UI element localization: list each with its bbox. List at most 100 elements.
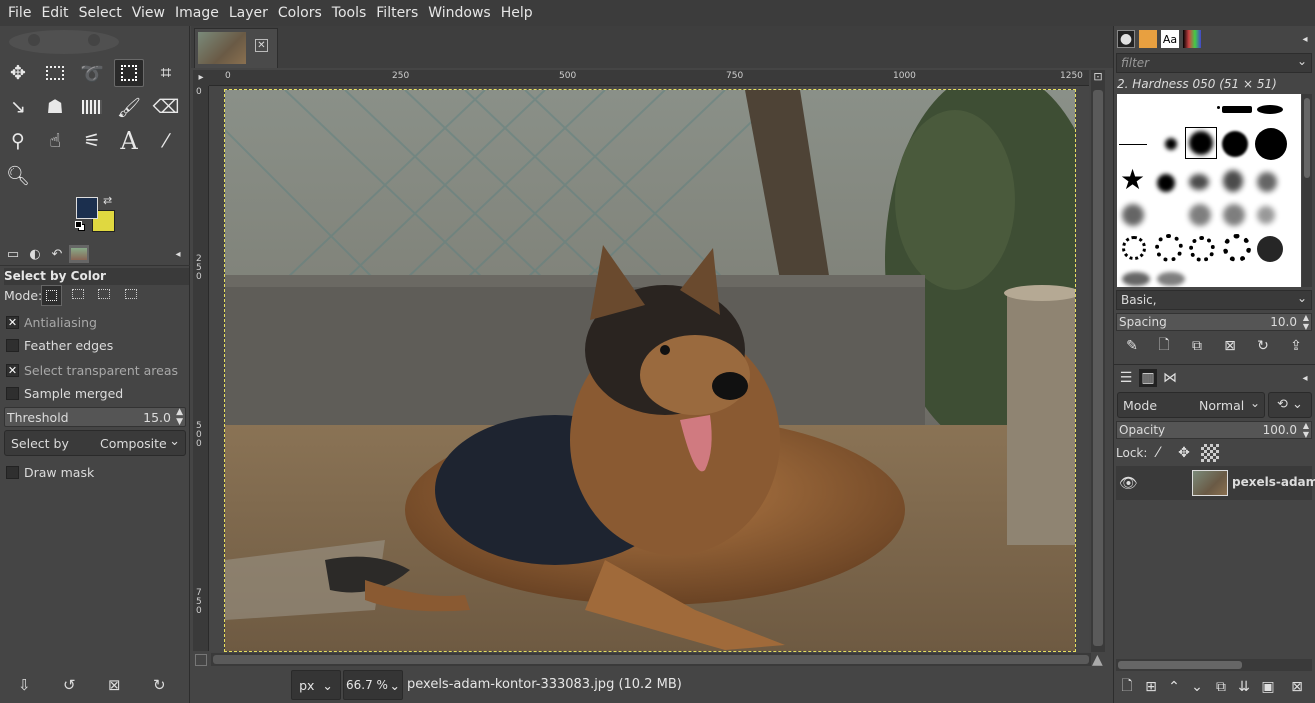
menu-filters[interactable]: Filters — [371, 0, 423, 26]
dock-menu-icon[interactable]: ◂ — [1296, 369, 1314, 387]
close-tab-icon[interactable]: ✕ — [255, 39, 268, 52]
clone-icon[interactable]: ⚲ — [3, 127, 33, 155]
edit-brush-icon[interactable]: ✎ — [1123, 337, 1141, 355]
restore-options-icon[interactable]: ↺ — [63, 676, 76, 694]
fonts-tab-icon[interactable]: Aa — [1161, 30, 1179, 48]
mode-replace-icon[interactable] — [41, 285, 62, 306]
patterns-tab-icon[interactable] — [1139, 30, 1157, 48]
vertical-scrollbar[interactable] — [1091, 86, 1105, 652]
lock-position-icon[interactable]: ✥ — [1175, 444, 1193, 462]
raise-layer-icon[interactable]: ⌃ — [1165, 678, 1183, 696]
move-tool-icon[interactable]: ✥ — [3, 59, 33, 87]
sample-merged-checkbox[interactable] — [6, 387, 19, 400]
menu-edit[interactable]: Edit — [36, 0, 73, 26]
crop-icon[interactable]: ⌗ — [151, 59, 181, 87]
mode-intersect-icon[interactable] — [123, 287, 140, 304]
spacing-spinner-icon[interactable]: ▲ ▼ — [1303, 313, 1309, 331]
menu-tools[interactable]: Tools — [327, 0, 372, 26]
lasso-icon[interactable]: ➰ — [77, 59, 107, 87]
unit-selector[interactable]: px ⌄ — [291, 670, 341, 700]
color-picker-icon[interactable]: ⁄ — [151, 127, 181, 155]
lock-alpha-icon[interactable] — [1201, 444, 1219, 462]
visibility-eye-icon[interactable]: 👁︎ — [1119, 474, 1138, 492]
vertical-scroll-thumb[interactable] — [1093, 90, 1103, 646]
menu-view[interactable]: View — [127, 0, 170, 26]
quick-mask-menu-icon[interactable]: ▸ — [193, 70, 209, 86]
menu-colors[interactable]: Colors — [273, 0, 327, 26]
text-tool-icon[interactable]: A — [114, 127, 144, 155]
tool-options-tab-icon[interactable]: ▭ — [3, 245, 23, 263]
feather-edges-checkbox[interactable] — [6, 339, 19, 352]
new-brush-icon[interactable]: 🗋 — [1155, 337, 1173, 355]
horizontal-scrollbar[interactable] — [211, 653, 1091, 666]
navigate-icon[interactable] — [195, 654, 207, 666]
navigate-corner-icon[interactable]: ▲ — [1092, 652, 1103, 668]
layer-mode-dropdown[interactable]: Mode Normal ⌄ — [1117, 392, 1265, 418]
dock-menu-icon[interactable]: ◂ — [1296, 30, 1314, 48]
mode-subtract-icon[interactable] — [96, 287, 113, 304]
layer-mask-icon[interactable]: ▣ — [1259, 678, 1277, 696]
paths-icon[interactable]: ⚟ — [77, 127, 107, 155]
threshold-spinner-icon[interactable]: ▲ ▼ — [176, 407, 183, 427]
foreground-color-swatch[interactable] — [76, 197, 98, 219]
delete-options-icon[interactable]: ⊠ — [108, 676, 121, 694]
horizontal-scroll-thumb[interactable] — [213, 655, 1089, 664]
new-layer-group-icon[interactable]: ⊞ — [1142, 678, 1160, 696]
brush-tag-input[interactable]: Basic, ⌄ — [1116, 290, 1312, 310]
refresh-brushes-icon[interactable]: ↻ — [1254, 337, 1272, 355]
warp-icon[interactable]: ☗ — [40, 93, 70, 121]
delete-brush-icon[interactable]: ⊠ — [1221, 337, 1239, 355]
delete-layer-icon[interactable]: ⊠ — [1288, 678, 1306, 696]
menu-help[interactable]: Help — [496, 0, 538, 26]
select-transparent-checkbox[interactable]: ✕ — [6, 364, 19, 377]
undo-history-tab-icon[interactable]: ↶ — [47, 245, 67, 263]
paintbrush-icon[interactable]: 🖌 — [114, 93, 144, 121]
swap-colors-icon[interactable]: ⇄ — [103, 194, 112, 207]
layers-hscrollbar[interactable] — [1116, 659, 1312, 671]
gradients-tab-icon[interactable] — [1183, 30, 1201, 48]
layer-row[interactable]: 👁︎ pexels-adam-k — [1116, 466, 1315, 500]
menu-windows[interactable]: Windows — [423, 0, 496, 26]
threshold-field[interactable]: Threshold 15.0 ▲ ▼ — [4, 407, 186, 427]
new-layer-icon[interactable]: 🗋 — [1118, 678, 1136, 696]
select-by-color-icon[interactable] — [114, 59, 144, 87]
menu-file[interactable]: File — [3, 0, 36, 26]
save-options-icon[interactable]: ⇩ — [18, 676, 31, 694]
duplicate-layer-icon[interactable]: ⧉ — [1212, 678, 1230, 696]
brush-grid[interactable]: ★ — [1117, 94, 1301, 287]
zoom-selector[interactable]: 66.7 % ⌄ — [343, 670, 403, 700]
opacity-spinner-icon[interactable]: ▲ ▼ — [1303, 421, 1309, 439]
composite-mode-button[interactable]: ⟲ ⌄ — [1268, 392, 1312, 418]
device-status-tab-icon[interactable]: ◐ — [25, 245, 45, 263]
zoom-follow-icon[interactable]: ⊡ — [1091, 70, 1105, 86]
paths-tab-icon[interactable]: ⋈ — [1161, 369, 1179, 387]
menu-select[interactable]: Select — [74, 0, 127, 26]
lower-layer-icon[interactable]: ⌄ — [1188, 678, 1206, 696]
select-by-dropdown[interactable]: Select by Composite ⌄ — [4, 430, 186, 456]
zoom-icon[interactable]: 🔍︎ — [3, 161, 33, 189]
default-colors-icon[interactable] — [75, 221, 85, 231]
smudge-icon[interactable]: ☝ — [40, 127, 70, 155]
brush-scrollbar[interactable] — [1302, 94, 1312, 287]
mode-add-icon[interactable] — [70, 287, 87, 304]
reset-options-icon[interactable]: ↻ — [153, 676, 166, 694]
image-canvas[interactable] — [224, 89, 1076, 652]
open-brush-as-image-icon[interactable]: ⇪ — [1287, 337, 1305, 355]
draw-mask-checkbox[interactable] — [6, 466, 19, 479]
eraser-icon[interactable]: ⌫ — [151, 93, 181, 121]
lock-pixels-icon[interactable]: ⁄ — [1149, 444, 1167, 462]
layers-tab-icon[interactable]: ☰ — [1117, 369, 1135, 387]
anchor-layer-icon[interactable]: ⇊ — [1235, 678, 1253, 696]
dock-menu-icon[interactable]: ◂ — [168, 245, 188, 263]
gradient-icon[interactable] — [77, 93, 107, 121]
channels-tab-icon[interactable]: ▥ — [1139, 369, 1157, 387]
rect-select-icon[interactable] — [40, 59, 70, 87]
image-tab[interactable]: ✕ — [194, 28, 278, 68]
images-tab-icon[interactable] — [69, 245, 89, 263]
duplicate-brush-icon[interactable]: ⧉ — [1188, 337, 1206, 355]
brush-filter-input[interactable]: filter ⌄ — [1116, 53, 1312, 73]
antialiasing-checkbox[interactable]: ✕ — [6, 316, 19, 329]
menu-layer[interactable]: Layer — [224, 0, 273, 26]
menu-image[interactable]: Image — [170, 0, 224, 26]
transform-icon[interactable]: ↘ — [3, 93, 33, 121]
